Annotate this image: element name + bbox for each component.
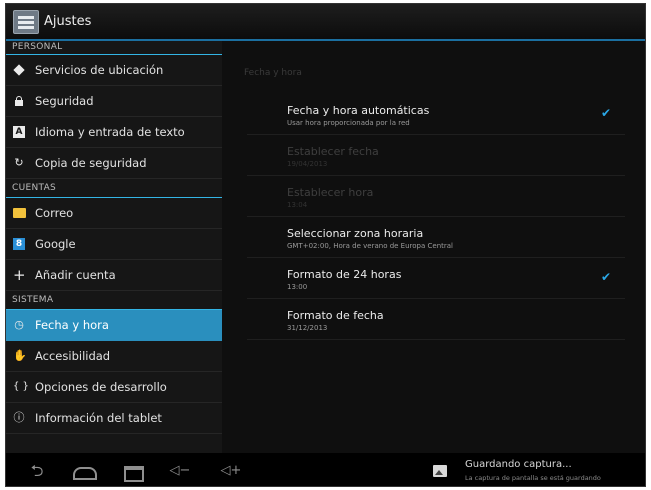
- notification-title[interactable]: Guardando captura...: [465, 459, 572, 470]
- notification-subtitle: La captura de pantalla se está guardando: [465, 474, 601, 482]
- sidebar-item-mail[interactable]: Correo: [6, 198, 222, 229]
- location-icon: [13, 64, 25, 76]
- home-icon[interactable]: [70, 461, 98, 481]
- recent-apps-icon[interactable]: [120, 461, 146, 482]
- checkbox-checked-icon[interactable]: ✔: [601, 271, 613, 283]
- setting-title: Formato de 24 horas: [287, 268, 402, 281]
- lock-icon: [13, 95, 25, 107]
- settings-app-icon[interactable]: [13, 10, 39, 34]
- setting-summary: 19/04/2013: [287, 160, 328, 168]
- settings-sidebar: PERSONAL Servicios de ubicación Segurida…: [6, 41, 222, 453]
- developer-icon: { }: [13, 381, 29, 392]
- app-title: Ajustes: [44, 14, 92, 29]
- sidebar-item-label: Fecha y hora: [35, 318, 109, 332]
- setting-title: Establecer hora: [287, 186, 374, 199]
- section-header-cuentas: CUENTAS: [6, 179, 222, 198]
- sidebar-item-backup[interactable]: ↻ Copia de seguridad: [6, 148, 222, 179]
- sidebar-item-label: Añadir cuenta: [35, 268, 116, 282]
- setting-24-hour-format[interactable]: Formato de 24 horas 13:00 ✔: [247, 259, 625, 299]
- section-header-sistema: SISTEMA: [6, 291, 222, 310]
- sidebar-item-label: Seguridad: [35, 94, 94, 108]
- add-icon: +: [13, 266, 26, 284]
- sidebar-item-developer[interactable]: { } Opciones de desarrollo: [6, 372, 222, 403]
- setting-time-zone[interactable]: Seleccionar zona horaria GMT+02:00, Hora…: [247, 218, 625, 258]
- detail-pane: Fecha y hora Fecha y hora automáticas Us…: [222, 41, 645, 453]
- setting-summary: Usar hora proporcionada por la red: [287, 119, 410, 127]
- language-icon: [13, 126, 25, 138]
- setting-summary: 13:00: [287, 283, 308, 291]
- clock-icon: ◷: [14, 318, 24, 331]
- sidebar-item-label: Correo: [35, 206, 74, 220]
- sidebar-item-label: Opciones de desarrollo: [35, 380, 167, 394]
- mail-icon: [13, 207, 26, 219]
- sidebar-item-language[interactable]: Idioma y entrada de texto: [6, 117, 222, 148]
- volume-down-icon[interactable]: ◁−: [168, 461, 192, 481]
- setting-title: Formato de fecha: [287, 309, 384, 322]
- sidebar-item-tablet-info[interactable]: ⓘ Información del tablet: [6, 403, 222, 434]
- google-icon: [13, 238, 25, 250]
- setting-summary: GMT+02:00, Hora de verano de Europa Cent…: [287, 242, 453, 250]
- sidebar-item-label: Idioma y entrada de texto: [35, 125, 185, 139]
- detail-header: Fecha y hora: [244, 68, 302, 78]
- setting-auto-date-time[interactable]: Fecha y hora automáticas Usar hora propo…: [247, 95, 625, 135]
- system-nav-bar: ⮌ ◁− ◁+ Guardando captura... La captura …: [6, 453, 645, 486]
- screen: Ajustes PERSONAL Servicios de ubicación …: [5, 3, 646, 487]
- sidebar-item-security[interactable]: Seguridad: [6, 86, 222, 117]
- volume-up-icon[interactable]: ◁+: [219, 461, 243, 481]
- info-icon: ⓘ: [13, 411, 25, 424]
- image-icon[interactable]: [433, 465, 447, 477]
- setting-title: Establecer fecha: [287, 145, 379, 158]
- sidebar-item-accessibility[interactable]: ✋ Accesibilidad: [6, 341, 222, 372]
- setting-summary: 31/12/2013: [287, 324, 328, 332]
- sidebar-item-add-account[interactable]: + Añadir cuenta: [6, 260, 222, 291]
- accessibility-icon: ✋: [13, 349, 27, 362]
- setting-title: Fecha y hora automáticas: [287, 104, 430, 117]
- backup-icon: ↻: [14, 156, 24, 169]
- section-header-personal: PERSONAL: [6, 41, 222, 55]
- setting-set-time: Establecer hora 13:04: [247, 177, 625, 217]
- setting-date-format[interactable]: Formato de fecha 31/12/2013: [247, 300, 625, 340]
- sidebar-item-google[interactable]: Google: [6, 229, 222, 260]
- sidebar-item-label: Información del tablet: [35, 411, 162, 425]
- sidebar-item-label: Servicios de ubicación: [35, 63, 164, 77]
- sidebar-item-label: Google: [35, 237, 76, 251]
- sidebar-item-label: Accesibilidad: [35, 349, 111, 363]
- setting-summary: 13:04: [287, 201, 308, 209]
- sidebar-item-location[interactable]: Servicios de ubicación: [6, 55, 222, 86]
- action-bar: Ajustes: [6, 4, 645, 41]
- sidebar-item-label: Copia de seguridad: [35, 156, 147, 170]
- sidebar-item-date-time[interactable]: ◷ Fecha y hora: [6, 310, 222, 341]
- back-icon[interactable]: ⮌: [24, 461, 50, 481]
- setting-title: Seleccionar zona horaria: [287, 227, 424, 240]
- checkbox-checked-icon[interactable]: ✔: [601, 107, 613, 119]
- setting-set-date: Establecer fecha 19/04/2013: [247, 136, 625, 176]
